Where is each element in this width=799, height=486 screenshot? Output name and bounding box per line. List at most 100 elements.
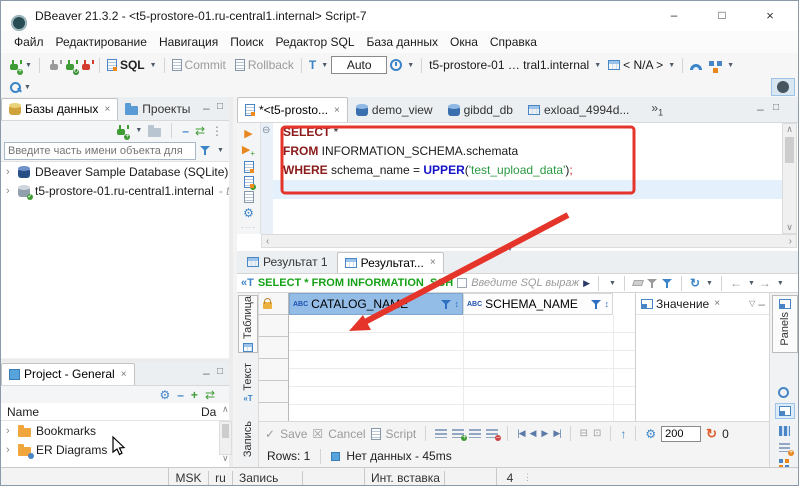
filter-placeholder-text[interactable]: Введите SQL выраж [471, 277, 579, 289]
close-icon[interactable]: × [334, 105, 340, 116]
chevron-right-icon[interactable]: › [6, 425, 13, 437]
metadata-panel-icon[interactable] [779, 423, 790, 437]
search-icon[interactable] [9, 81, 22, 94]
export-data-icon[interactable]: ↑ [620, 427, 626, 441]
first-row-icon[interactable]: |◀ [517, 428, 525, 439]
execute-script-new-tab-icon[interactable]: + [243, 176, 256, 191]
panel-minimize-icon[interactable]: – [203, 101, 210, 115]
gear-icon[interactable]: ⚙ [159, 388, 170, 402]
apply-filter-icon[interactable]: ▶ [583, 278, 590, 289]
tab-project-general[interactable]: Project - General × [1, 362, 135, 385]
grid-settings-gear-icon[interactable]: ⚙ [645, 427, 656, 441]
menu-file[interactable]: Файл [9, 35, 49, 49]
tab-exload[interactable]: exload_4994d... [521, 99, 636, 121]
minimize-button[interactable]: – [651, 8, 697, 22]
transaction-mode-dropdown-icon[interactable]: ▼ [321, 62, 328, 69]
schema-dropdown-icon[interactable]: ▼ [668, 62, 675, 69]
collapse-all-icon[interactable]: – [177, 388, 184, 402]
transaction-log-dropdown-icon[interactable]: ▼ [407, 62, 414, 69]
tree-item-t5-prostore[interactable]: › ✓ t5-prostore-01.ru-central1.internal … [1, 181, 229, 200]
refresh-dropdown-icon[interactable]: ▼ [706, 280, 713, 287]
menu-search[interactable]: Поиск [225, 35, 268, 49]
tree-item-bookmarks[interactable]: › Bookmarks [1, 421, 229, 440]
connect-icon[interactable] [47, 59, 62, 72]
new-folder-icon[interactable] [148, 125, 162, 137]
cancel-button[interactable]: Cancel [328, 427, 365, 441]
new-connection-dropdown-icon[interactable]: ▼ [25, 62, 32, 69]
close-icon[interactable]: × [121, 369, 127, 380]
menu-edit[interactable]: Редактирование [51, 35, 152, 49]
select-row-icon[interactable]: ⊡ [593, 428, 601, 439]
result-grid[interactable]: ABC CATALOG_NAME ↕ ABC SCHEMA_NAME ↕ [259, 293, 635, 421]
tab-result-1[interactable]: Результат 1 [240, 252, 335, 273]
editor-vertical-scrollbar[interactable]: ∧ ∨ [782, 123, 797, 234]
execute-script-icon[interactable] [243, 161, 254, 174]
tab-gibdd-db[interactable]: gibdd_db [441, 99, 520, 121]
sql-code-area[interactable]: SELECT * FROM INFORMATION_SCHEMA.schemat… [273, 123, 782, 234]
topology-icon[interactable] [709, 59, 722, 71]
tab-overflow-button[interactable]: »1 [651, 101, 663, 117]
tree-item-sample-database[interactable]: › DBeaver Sample Database (SQLite) [1, 162, 229, 181]
script-button[interactable]: Script [386, 427, 417, 441]
link-editor-icon[interactable]: ⇄ [195, 124, 205, 138]
clear-filter-icon[interactable] [631, 280, 644, 286]
tab-result-2[interactable]: Результат... × [336, 251, 444, 273]
close-icon[interactable]: × [430, 257, 436, 268]
edit-row-icon[interactable] [435, 429, 448, 438]
transaction-log-icon[interactable] [390, 59, 403, 71]
save-button[interactable]: Save [280, 427, 307, 441]
explain-plan-icon[interactable] [243, 191, 254, 204]
column-header-schema-name[interactable]: ABC SCHEMA_NAME ↕ [463, 293, 613, 315]
scroll-right-icon[interactable]: › [785, 236, 796, 247]
nav-forward-dropdown-icon[interactable]: ▼ [777, 280, 784, 287]
menu-navigation[interactable]: Навигация [154, 35, 223, 49]
close-icon[interactable]: × [104, 104, 110, 115]
column-filter-sort-icon[interactable] [440, 299, 452, 310]
connection-dropdown-icon[interactable]: ▼ [594, 62, 601, 69]
panel-maximize-icon[interactable]: □ [217, 101, 223, 112]
tab-databases[interactable]: Базы данных × [1, 97, 119, 120]
object-filter-input[interactable] [4, 141, 196, 160]
tab-grid-presentation[interactable]: Таблица [238, 295, 258, 353]
sort-icon[interactable]: ↕ [605, 299, 610, 309]
value-panel-minimize-icon[interactable]: – [758, 297, 769, 311]
delete-row-icon[interactable]: – [486, 429, 502, 441]
filter-config-icon[interactable] [200, 145, 211, 156]
chevron-right-icon[interactable]: › [6, 185, 13, 197]
chevron-right-icon[interactable]: › [6, 444, 13, 456]
next-row-icon[interactable]: ▶ [541, 428, 548, 439]
filter-history-dropdown-icon[interactable]: ▼ [609, 280, 616, 287]
connection-selector[interactable]: t5-prostore-01 … tral1.internal [429, 58, 589, 72]
nav-forward-icon[interactable]: → [759, 276, 771, 290]
sql-editor-icon[interactable] [106, 59, 117, 71]
status-caret-position[interactable]: 4 [497, 471, 523, 485]
status-language[interactable]: ru [209, 470, 233, 485]
expand-filter-icon[interactable] [457, 278, 468, 288]
editor-horizontal-scrollbar[interactable]: ‹ › [261, 234, 797, 248]
value-panel-tab-label[interactable]: Значение [656, 297, 709, 311]
topology-dropdown-icon[interactable]: ▼ [727, 62, 734, 69]
new-connection-icon[interactable]: + [114, 124, 131, 140]
menu-window[interactable]: Окна [445, 35, 483, 49]
add-row-icon[interactable]: + [452, 429, 468, 441]
panel-maximize-icon[interactable]: □ [217, 366, 223, 377]
tab-text-presentation[interactable]: Текст «T [238, 359, 258, 407]
view-menu-icon[interactable]: ⋮ [211, 124, 223, 138]
refresh-icon[interactable]: ↻ [706, 426, 717, 442]
status-write-mode[interactable]: Запись [233, 470, 303, 485]
grid-rows-area[interactable] [289, 315, 635, 421]
grouping-panel-icon[interactable] [778, 385, 789, 399]
schema-selector[interactable]: < N/A > [623, 58, 663, 72]
perspective-button[interactable] [771, 78, 795, 96]
filter-settings-icon[interactable] [661, 278, 673, 289]
column-name[interactable]: Name [7, 405, 39, 419]
fold-collapse-icon[interactable]: ⊖ [262, 125, 270, 136]
nav-back-icon[interactable]: ← [730, 276, 742, 290]
chevron-right-icon[interactable]: › [6, 166, 13, 178]
value-panel-menu-icon[interactable]: ▽ [749, 299, 755, 308]
scroll-left-icon[interactable]: ‹ [262, 236, 273, 247]
scroll-down-icon[interactable]: ∨ [222, 453, 229, 464]
duplicate-row-icon[interactable] [469, 429, 482, 438]
tab-record-presentation[interactable]: Запись [238, 413, 258, 465]
dashboard-icon[interactable] [690, 64, 703, 70]
